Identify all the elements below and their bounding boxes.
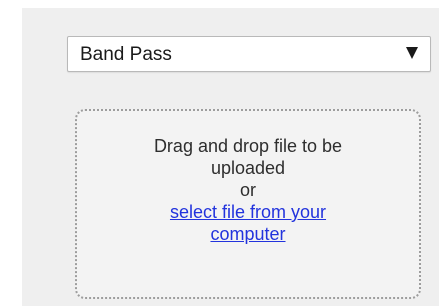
filter-type-value: Band Pass <box>80 44 172 65</box>
drop-prompt-line-1: Drag and drop file to be <box>153 136 343 156</box>
drop-zone-text: Drag and drop file to be uploaded or sel… <box>77 135 419 245</box>
drop-prompt-line-2: uploaded <box>210 158 286 178</box>
select-file-link-line-1[interactable]: select file from your <box>77 201 419 223</box>
file-drop-zone[interactable]: Drag and drop file to be uploaded or sel… <box>75 109 421 299</box>
select-file-link-line-2[interactable]: computer <box>77 223 419 245</box>
upload-panel: Band Pass Drag and drop file to be uploa… <box>22 8 439 306</box>
or-text: or <box>239 180 256 200</box>
triangle-down-icon <box>406 47 418 59</box>
filter-type-select[interactable]: Band Pass <box>67 36 431 72</box>
